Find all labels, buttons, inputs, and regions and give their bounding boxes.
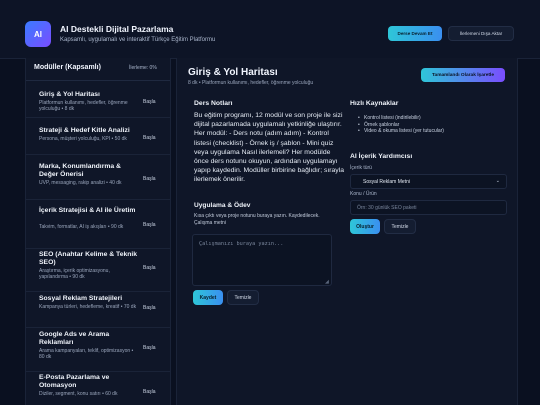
content-type-label: İçerik türü: [350, 165, 372, 171]
module-title: E-Posta Pazarlama ve Otomasyon: [39, 374, 110, 390]
homework-placeholder: Çalışmanızı buraya yazın...: [199, 241, 284, 247]
ai-assistant-title: AI İçerik Yardımcısı: [350, 153, 413, 160]
sidebar-title: Modüller (Kapsamlı): [34, 64, 101, 71]
homework-hint: Çalışma metni: [194, 219, 226, 226]
module-title: Giriş & Yol Haritası: [39, 91, 100, 98]
app-header: AI AI Destekli Dijital Pazarlama Kapsaml…: [0, 0, 540, 59]
module-start-button[interactable]: Başla: [143, 99, 156, 105]
module-desc: Arama kampanyaları, teklif, optimizasyon…: [39, 348, 134, 361]
resource-link[interactable]: Video & okuma listesi (yer tutucular): [358, 128, 444, 135]
homework-desc: Kısa çıktı veya proje notunu buraya yazı…: [194, 213, 324, 226]
module-desc: Araştırma, içerik optimizasyonu, yapılan…: [39, 268, 110, 281]
resources-title: Hızlı Kaynaklar: [350, 100, 399, 107]
module-item-2[interactable]: Strateji & Hedef Kitle Analizi Persona, …: [26, 118, 170, 155]
module-title: Sosyal Reklam Stratejileri: [39, 295, 123, 302]
lesson-meta: 8 dk • Platformun kullanımı, hedefler, ö…: [188, 80, 314, 86]
module-start-button[interactable]: Başla: [143, 265, 156, 271]
topic-placeholder: Örn: 30 günlük SEO paketi: [357, 205, 417, 211]
module-item-5[interactable]: SEO (Anahtar Kelime & Teknik SEO) Araştı…: [26, 249, 170, 292]
module-start-button[interactable]: Başla: [143, 345, 156, 351]
content-type-value: Sosyal Reklam Metni: [363, 179, 410, 185]
export-progress-button[interactable]: İlerlemeni Dışa Aktar: [448, 26, 514, 41]
module-start-button[interactable]: Başla: [143, 305, 156, 311]
module-title: İçerik Stratejisi & AI ile Üretim: [39, 207, 136, 214]
homework-textarea[interactable]: Çalışmanızı buraya yazın...: [192, 234, 332, 286]
app-title: AI Destekli Dijital Pazarlama: [60, 24, 174, 34]
clear-homework-button[interactable]: Temizle: [227, 290, 259, 305]
lesson-panel: Giriş & Yol Haritası 8 dk • Platformun k…: [176, 58, 518, 405]
mark-complete-button[interactable]: Tamamlandı Olarak İşaretle: [421, 68, 505, 82]
save-button[interactable]: Kaydet: [193, 290, 223, 305]
module-start-button[interactable]: Başla: [143, 222, 156, 228]
module-item-1[interactable]: Giriş & Yol Haritası Platformun kullanım…: [26, 83, 170, 118]
module-sidebar: Modüller (Kapsamlı) İlerleme: 0% Giriş &…: [25, 58, 171, 405]
topic-label: Konu / Ürün: [350, 191, 377, 197]
module-desc: Diziler, segment, konu satırı • 60 dk: [39, 391, 118, 397]
module-title: SEO (Anahtar Kelime & Teknik SEO): [39, 251, 138, 267]
module-desc: UVP, messaging, rakip analizi • 40 dk: [39, 180, 122, 186]
sidebar-progress: İlerleme: 0%: [129, 65, 157, 71]
homework-desc-text: Kısa çıktı veya proje notunu buraya yazı…: [194, 213, 320, 219]
lesson-title: Giriş & Yol Haritası: [188, 67, 278, 78]
module-item-8[interactable]: E-Posta Pazarlama ve Otomasyon Diziler, …: [26, 372, 170, 405]
continue-lesson-button[interactable]: Derse Devam Et: [388, 26, 442, 41]
generate-button[interactable]: Oluştur: [350, 219, 380, 234]
clear-ai-button[interactable]: Temizle: [384, 219, 416, 234]
module-item-4[interactable]: İçerik Stratejisi & AI ile Üretim Takvim…: [26, 200, 170, 249]
module-desc: Platformun kullanımı, hedefler, öğrenme …: [39, 100, 128, 113]
content-type-select[interactable]: Sosyal Reklam Metni ⌄: [350, 174, 507, 189]
module-title: Strateji & Hedef Kitle Analizi: [39, 127, 130, 134]
module-item-3[interactable]: Marka, Konumlandırma & Değer Önerisi UVP…: [26, 155, 170, 200]
module-desc: Persona, müşteri yolculuğu, KPI • 50 dk: [39, 136, 127, 142]
resize-handle-icon[interactable]: ◢: [325, 279, 329, 285]
notes-title: Ders Notları: [194, 100, 233, 107]
module-item-6[interactable]: Sosyal Reklam Stratejileri Kampanya türl…: [26, 292, 170, 328]
module-start-button[interactable]: Başla: [143, 176, 156, 182]
topic-input[interactable]: Örn: 30 günlük SEO paketi: [350, 200, 507, 215]
app-subtitle: Kapsamlı, uygulamalı ve interaktif Türkç…: [60, 37, 216, 43]
module-title: Google Ads ve Arama Reklamları: [39, 331, 110, 347]
module-start-button[interactable]: Başla: [143, 135, 156, 141]
module-start-button[interactable]: Başla: [143, 389, 156, 395]
homework-title: Uygulama & Ödev: [194, 202, 251, 209]
resources-list: Kontrol listesi (indirilebilir) Örnek şa…: [358, 115, 444, 135]
module-desc: Takvim, formatlar, AI iş akışları • 90 d…: [39, 224, 124, 230]
chevron-down-icon: ⌄: [495, 178, 500, 184]
app-logo: AI: [25, 21, 51, 47]
module-item-7[interactable]: Google Ads ve Arama Reklamları Arama kam…: [26, 328, 170, 372]
sidebar-divider: [26, 80, 170, 81]
logo-text: AI: [34, 29, 42, 39]
notes-body: Bu eğitim programı, 12 modül ve son proj…: [194, 112, 344, 184]
module-desc: Kampanya türleri, hedefleme, kreatif • 7…: [39, 304, 137, 310]
module-title: Marka, Konumlandırma & Değer Önerisi: [39, 163, 121, 179]
